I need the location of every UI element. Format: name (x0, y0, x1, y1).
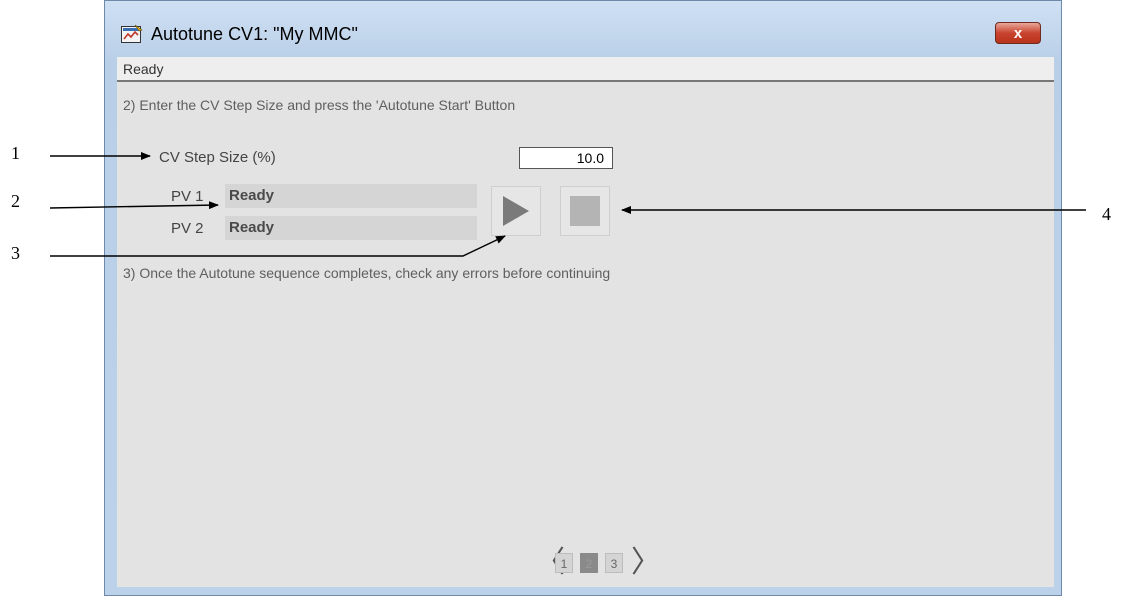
pv2-label: PV 2 (171, 220, 204, 237)
window-title: Autotune CV1: "My MMC" (151, 24, 358, 44)
step2-instruction: 2) Enter the CV Step Size and press the … (123, 97, 516, 113)
callout-4: 4 (1102, 204, 1111, 224)
close-button[interactable]: x (995, 22, 1041, 44)
page-3[interactable]: 3 (605, 553, 623, 573)
callout-3: 3 (11, 243, 20, 263)
cv-step-label: CV Step Size (%) (159, 149, 276, 166)
next-page-arrow-icon[interactable]: 〉 (631, 546, 661, 580)
page-1[interactable]: 1 (555, 553, 573, 573)
pv2-status: Ready (225, 216, 477, 240)
pv1-label: PV 1 (171, 188, 204, 205)
autotune-start-button[interactable] (491, 186, 541, 236)
autotune-window: Autotune CV1: "My MMC" x Ready 2) Enter … (104, 0, 1062, 596)
status-bar: Ready (117, 57, 1054, 82)
autotune-stop-button[interactable] (560, 186, 610, 236)
stop-icon (570, 196, 600, 226)
step3-instruction: 3) Once the Autotune sequence completes,… (123, 265, 611, 281)
callout-1: 1 (11, 143, 20, 163)
pv1-status: Ready (225, 184, 477, 208)
autotune-app-icon (121, 24, 143, 43)
callout-2: 2 (11, 191, 20, 211)
page-2[interactable]: 2 (580, 553, 598, 573)
cv-step-size-input[interactable]: 10.0 (519, 147, 613, 169)
close-icon: x (1013, 25, 1023, 42)
play-icon (503, 196, 529, 226)
pagination: 〈 1 2 3 〉 (535, 546, 675, 580)
client-area: Ready 2) Enter the CV Step Size and pres… (117, 57, 1054, 587)
title-bar[interactable]: Autotune CV1: "My MMC" x (105, 1, 1061, 57)
